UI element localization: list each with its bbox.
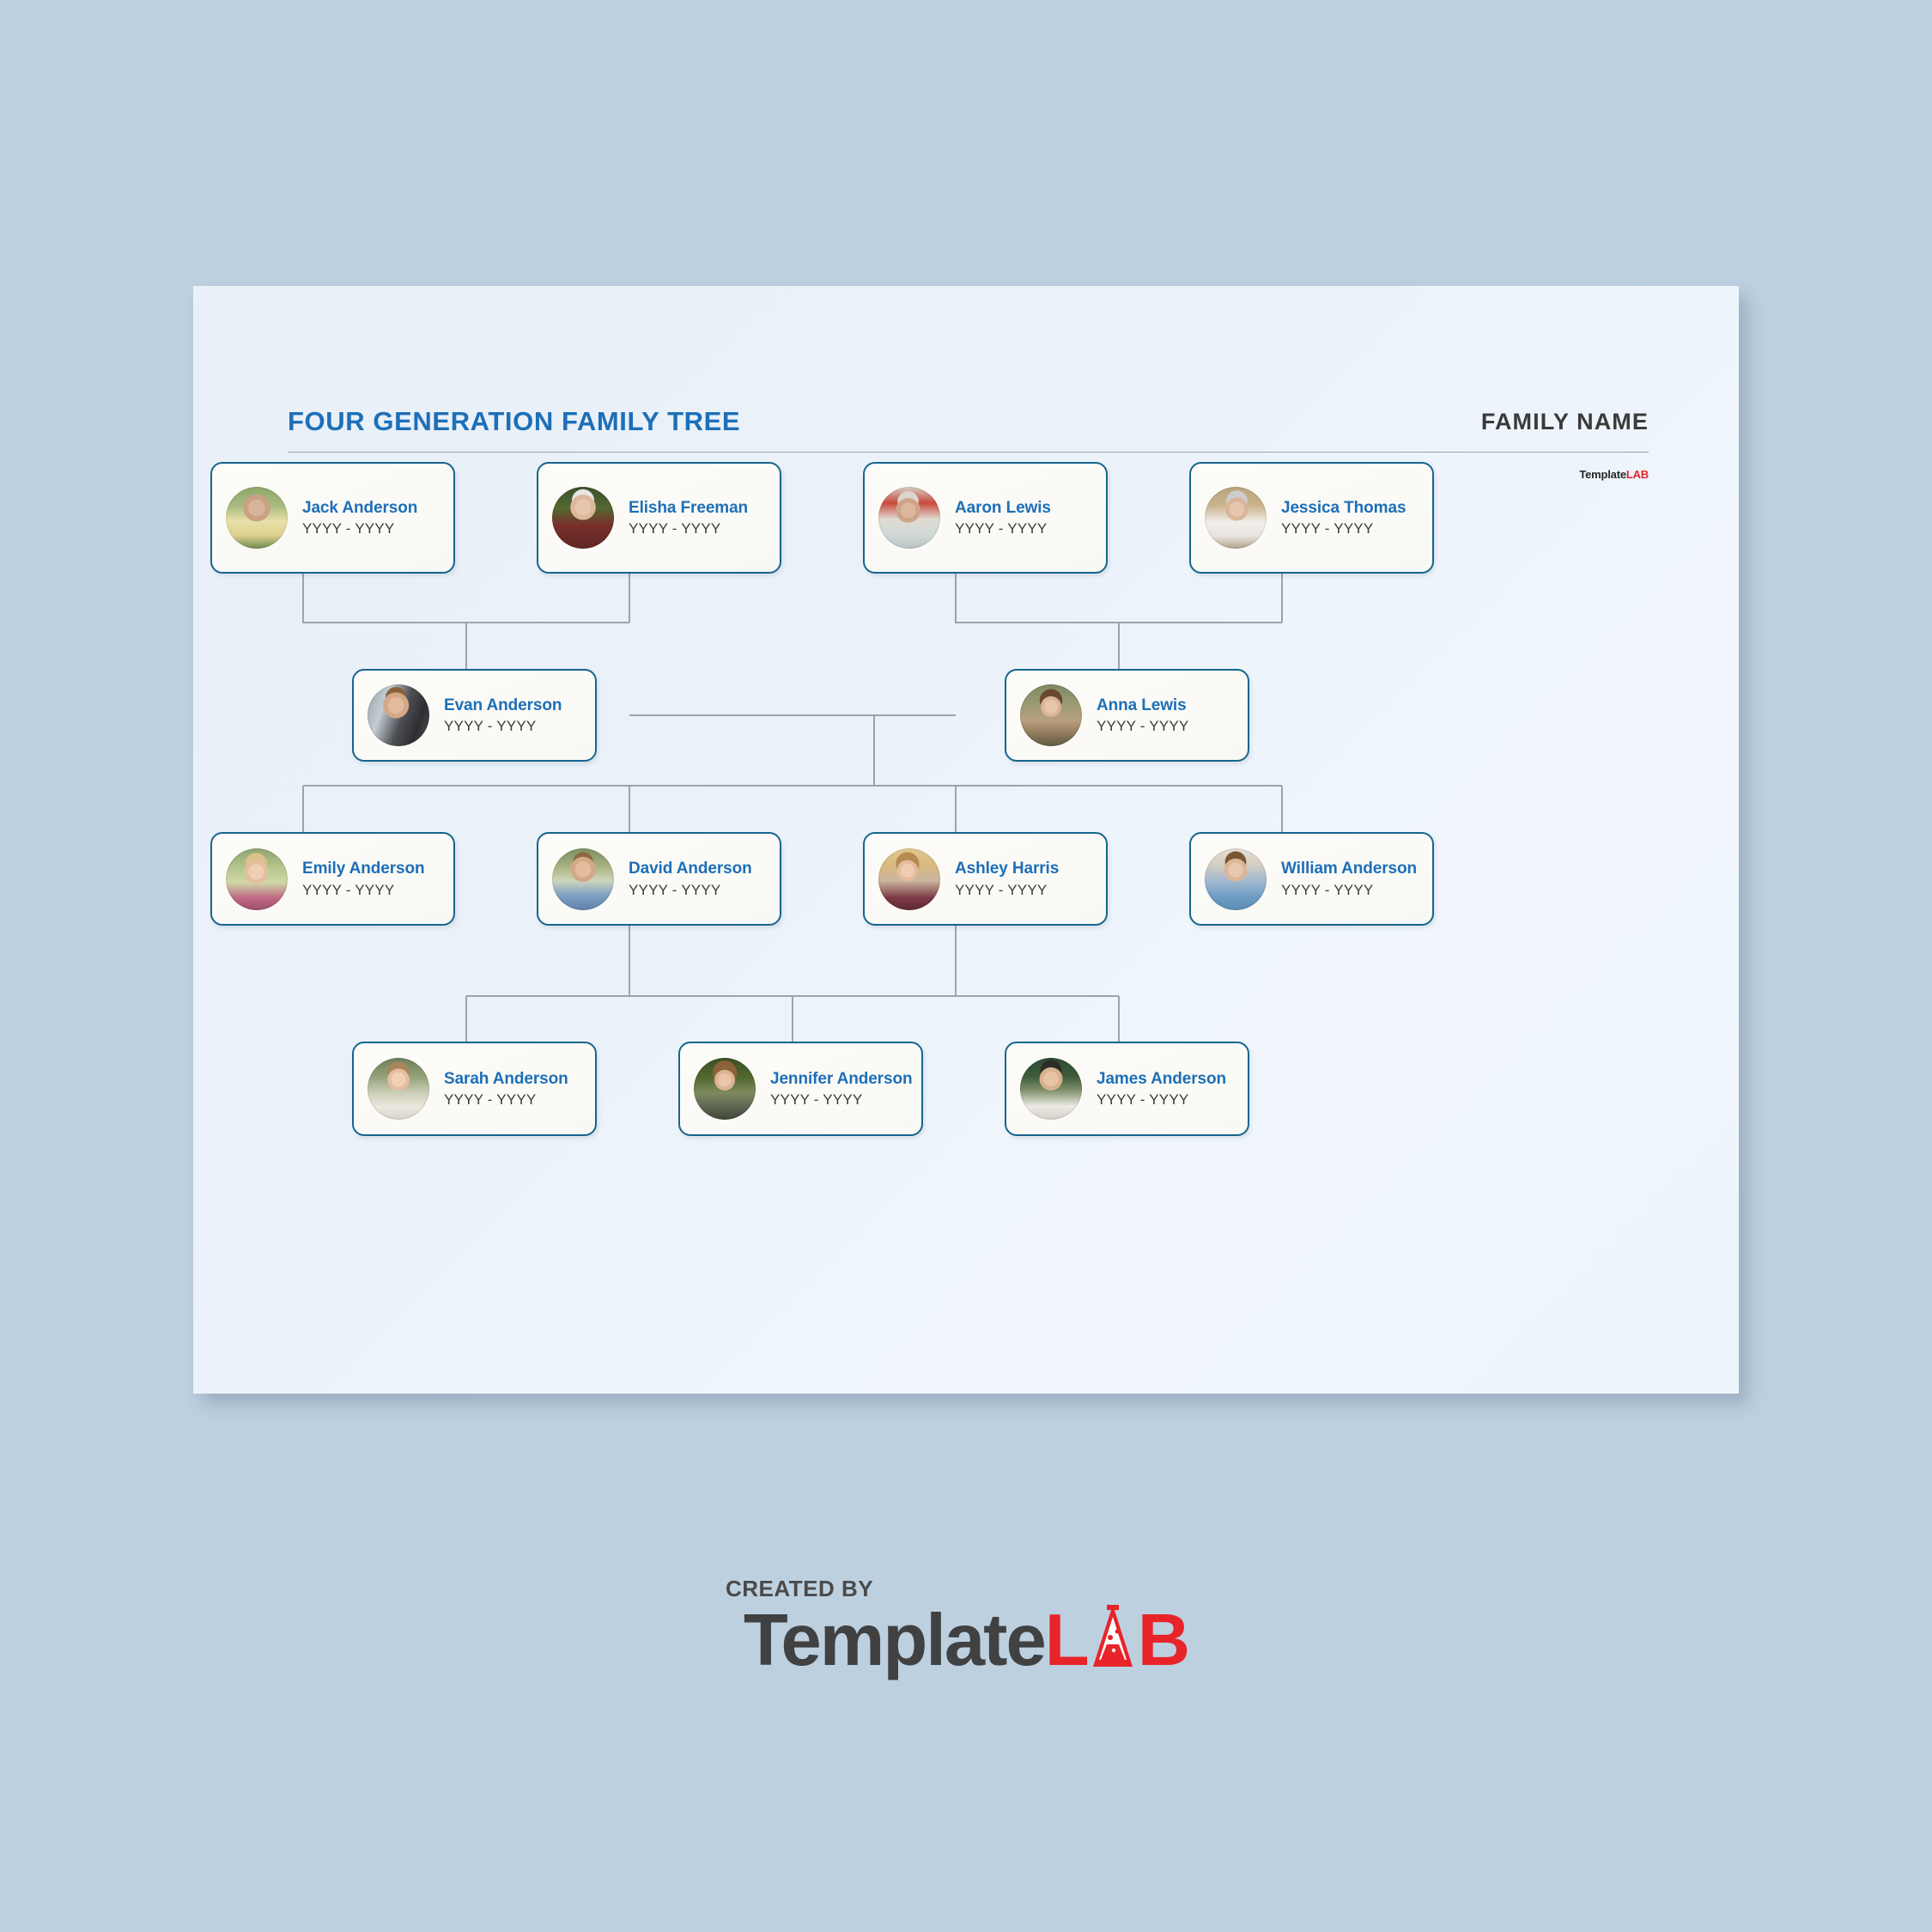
person-info: Evan Anderson YYYY - YYYY (444, 696, 562, 734)
logo-b-text: B (1137, 1600, 1190, 1681)
avatar (552, 848, 614, 910)
person-name: Jack Anderson (302, 498, 418, 517)
person-card[interactable]: Ashley Harris YYYY - YYYY (863, 832, 1108, 926)
person-card[interactable]: David Anderson YYYY - YYYY (537, 832, 781, 926)
avatar (694, 1058, 756, 1120)
document-sheet: FOUR GENERATION FAMILY TREE FAMILY NAME … (193, 286, 1739, 1394)
person-dates: YYYY - YYYY (302, 520, 395, 538)
person-dates: YYYY - YYYY (444, 1091, 537, 1109)
avatar (368, 1058, 429, 1120)
person-name: Anna Lewis (1097, 696, 1187, 714)
person-name: Emily Anderson (302, 860, 425, 878)
person-info: Jack Anderson YYYY - YYYY (302, 499, 417, 537)
person-name: David Anderson (629, 860, 752, 878)
person-card[interactable]: Jessica Thomas YYYY - YYYY (1189, 462, 1434, 574)
avatar (878, 848, 940, 910)
person-info: Emily Anderson YYYY - YYYY (302, 860, 425, 897)
person-dates: YYYY - YYYY (629, 881, 721, 898)
person-dates: YYYY - YYYY (1281, 520, 1374, 538)
person-name: Aaron Lewis (955, 498, 1051, 517)
person-info: Anna Lewis YYYY - YYYY (1097, 696, 1188, 734)
person-info: Ashley Harris YYYY - YYYY (955, 860, 1059, 897)
avatar (552, 487, 614, 549)
person-dates: YYYY - YYYY (955, 881, 1048, 898)
person-name: Jessica Thomas (1281, 498, 1406, 517)
person-dates: YYYY - YYYY (1097, 718, 1189, 735)
person-info: Elisha Freeman YYYY - YYYY (629, 499, 748, 537)
person-dates: YYYY - YYYY (1281, 881, 1374, 898)
person-info: Jessica Thomas YYYY - YYYY (1281, 499, 1406, 537)
person-card[interactable]: Jennifer Anderson YYYY - YYYY (678, 1042, 923, 1136)
person-card[interactable]: William Anderson YYYY - YYYY (1189, 832, 1434, 926)
person-name: Evan Anderson (444, 696, 562, 714)
footer-branding: CREATED BY Template L B (0, 1576, 1932, 1683)
person-info: James Anderson YYYY - YYYY (1097, 1070, 1226, 1108)
person-dates: YYYY - YYYY (770, 1091, 863, 1109)
avatar (368, 684, 429, 746)
person-name: Jennifer Anderson (770, 1069, 913, 1088)
family-tree-diagram: Jack Anderson YYYY - YYYY Elisha Freeman… (193, 286, 1739, 1394)
person-card[interactable]: Aaron Lewis YYYY - YYYY (863, 462, 1108, 574)
person-info: William Anderson YYYY - YYYY (1281, 860, 1417, 897)
person-card[interactable]: Evan Anderson YYYY - YYYY (352, 669, 597, 762)
person-name: Elisha Freeman (629, 498, 749, 517)
avatar (226, 487, 288, 549)
person-card[interactable]: Elisha Freeman YYYY - YYYY (537, 462, 781, 574)
person-dates: YYYY - YYYY (955, 520, 1048, 538)
person-info: Aaron Lewis YYYY - YYYY (955, 499, 1051, 537)
avatar (878, 487, 940, 549)
person-dates: YYYY - YYYY (1097, 1091, 1189, 1109)
person-card[interactable]: Sarah Anderson YYYY - YYYY (352, 1042, 597, 1136)
person-card[interactable]: Emily Anderson YYYY - YYYY (210, 832, 455, 926)
templatelab-logo: Template L B (743, 1599, 1190, 1683)
person-dates: YYYY - YYYY (302, 881, 395, 898)
person-card[interactable]: James Anderson YYYY - YYYY (1005, 1042, 1249, 1136)
person-name: Sarah Anderson (444, 1069, 568, 1088)
person-dates: YYYY - YYYY (444, 718, 537, 735)
flask-icon (1088, 1603, 1138, 1667)
logo-l-text: L (1044, 1600, 1090, 1681)
person-info: Sarah Anderson YYYY - YYYY (444, 1070, 568, 1108)
avatar (1205, 487, 1267, 549)
person-dates: YYYY - YYYY (629, 520, 721, 538)
avatar (226, 848, 288, 910)
person-info: Jennifer Anderson YYYY - YYYY (770, 1069, 913, 1109)
person-name: Ashley Harris (955, 860, 1060, 878)
logo-template-text: Template (743, 1600, 1047, 1681)
person-card[interactable]: Anna Lewis YYYY - YYYY (1005, 669, 1249, 762)
person-name: James Anderson (1097, 1069, 1227, 1088)
person-name: William Anderson (1281, 860, 1417, 878)
person-card[interactable]: Jack Anderson YYYY - YYYY (210, 462, 455, 574)
avatar (1020, 684, 1082, 746)
avatar (1020, 1058, 1082, 1120)
avatar (1205, 848, 1267, 910)
person-info: David Anderson YYYY - YYYY (629, 860, 752, 897)
